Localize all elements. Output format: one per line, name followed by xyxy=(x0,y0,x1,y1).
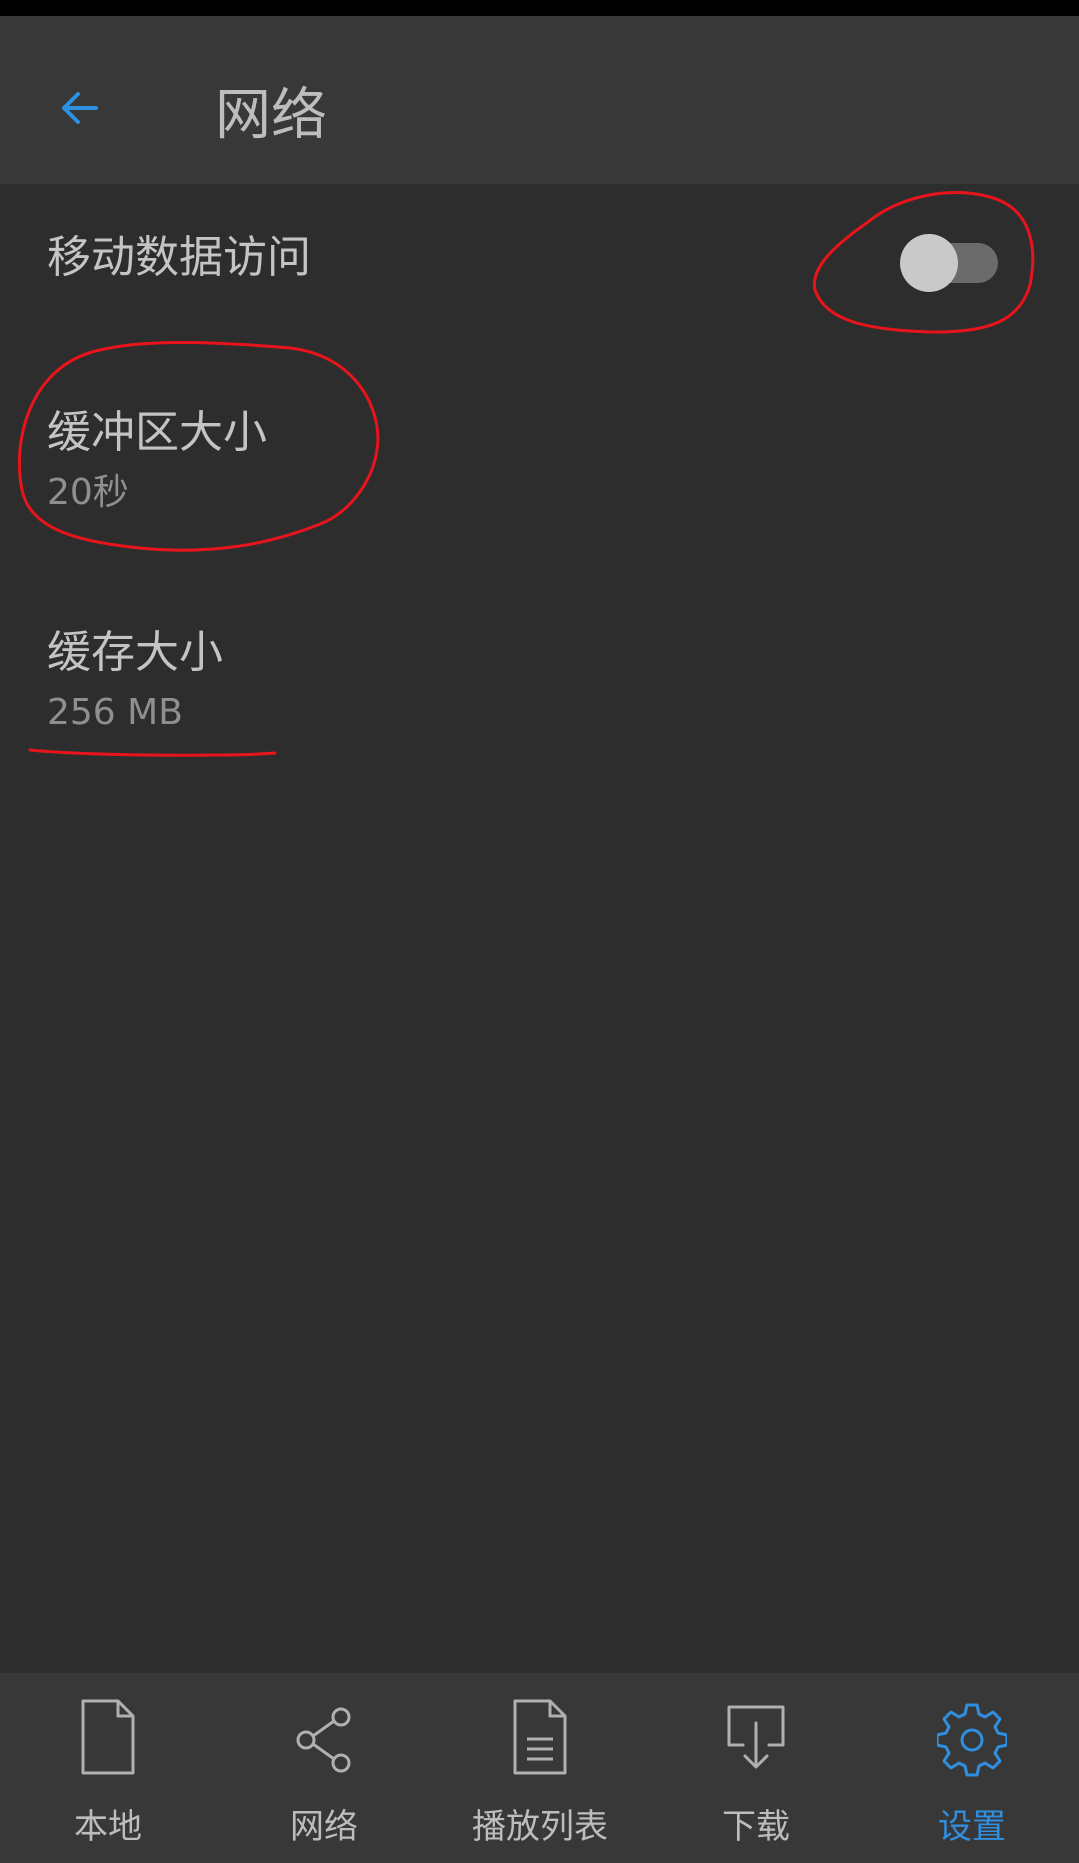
cache-size-label: 缓存大小 xyxy=(47,627,223,678)
cache-size-setting[interactable]: 缓存大小 256 MB xyxy=(0,600,1079,750)
nav-label-network: 网络 xyxy=(290,1807,358,1847)
arrow-left-icon xyxy=(62,92,98,124)
nav-item-download[interactable]: 下载 xyxy=(648,1673,864,1863)
cache-underline-annotation xyxy=(28,748,277,757)
cache-size-value: 256 MB xyxy=(47,692,183,733)
buffer-size-value: 20秒 xyxy=(47,472,129,513)
buffer-size-label: 缓冲区大小 xyxy=(47,407,267,458)
share-icon xyxy=(296,1707,351,1773)
nav-label-playlist: 播放列表 xyxy=(472,1807,608,1847)
nav-label-local: 本地 xyxy=(74,1807,142,1847)
file-icon xyxy=(81,1699,135,1775)
nav-item-local[interactable]: 本地 xyxy=(0,1673,216,1863)
nav-item-settings[interactable]: 设置 xyxy=(864,1673,1079,1863)
download-icon xyxy=(727,1705,785,1769)
page-title: 网络 xyxy=(215,83,327,148)
buffer-size-setting[interactable]: 缓冲区大小 20秒 xyxy=(0,380,1079,530)
app-bar: 网络 xyxy=(0,16,1079,184)
mobile-data-label: 移动数据访问 xyxy=(47,232,311,283)
nav-label-settings: 设置 xyxy=(938,1807,1006,1847)
status-bar xyxy=(0,0,1079,16)
nav-item-network[interactable]: 网络 xyxy=(216,1673,432,1863)
bottom-navigation: 本地 网络 播放列表 下载 设置 xyxy=(0,1673,1079,1863)
list-document-icon xyxy=(513,1699,567,1775)
gear-icon xyxy=(937,1703,1007,1777)
nav-item-playlist[interactable]: 播放列表 xyxy=(432,1673,648,1863)
nav-label-download: 下载 xyxy=(722,1807,790,1847)
mobile-data-toggle[interactable] xyxy=(898,232,1002,294)
toggle-thumb xyxy=(900,234,958,292)
back-button[interactable] xyxy=(52,76,116,140)
